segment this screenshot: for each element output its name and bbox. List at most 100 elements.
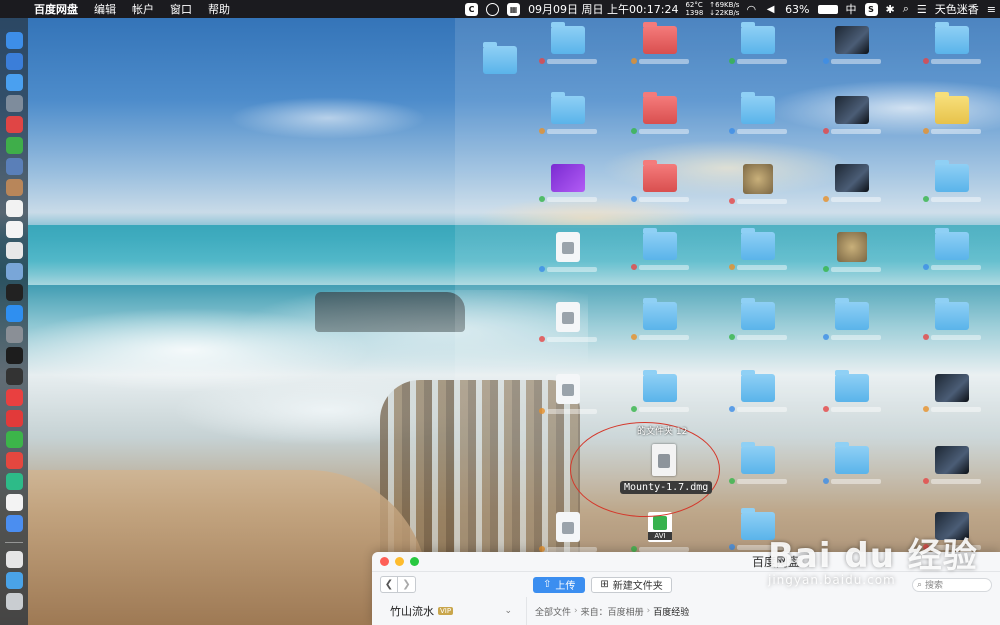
photos-icon[interactable] xyxy=(5,263,23,280)
app-menu[interactable]: 百度网盘 xyxy=(30,1,86,17)
desktop-item[interactable] xyxy=(718,298,798,342)
desktop-item[interactable] xyxy=(812,370,892,414)
desktop-item[interactable] xyxy=(812,442,892,486)
dmg-file-label[interactable]: Mounty-1.7.dmg xyxy=(620,481,713,494)
yandex-icon[interactable] xyxy=(5,410,23,427)
back-button[interactable]: ❮ xyxy=(380,576,398,593)
desktop-item[interactable] xyxy=(528,164,608,204)
desktop-item[interactable] xyxy=(812,298,892,342)
bluetooth-icon[interactable]: ✱ xyxy=(882,3,899,16)
desktop-item[interactable] xyxy=(718,164,798,206)
s-app-icon[interactable]: S xyxy=(864,2,878,16)
spotlight-icon[interactable]: ⌕ xyxy=(899,2,913,16)
battery-percentage[interactable]: 63% xyxy=(781,3,813,16)
desktop-item[interactable] xyxy=(620,298,700,342)
desktop-item[interactable] xyxy=(812,164,892,204)
android-icon[interactable] xyxy=(5,137,23,154)
weibo-icon[interactable] xyxy=(5,452,23,469)
fantastical-icon[interactable] xyxy=(5,116,23,133)
pages-icon[interactable] xyxy=(5,494,23,511)
preview-icon[interactable] xyxy=(5,158,23,175)
desktop-item[interactable] xyxy=(912,298,992,342)
forward-button[interactable]: ❯ xyxy=(398,576,416,593)
breadcrumb-source[interactable]: 来自：百度相册 xyxy=(581,605,644,618)
user-name[interactable]: 天色迷香 xyxy=(931,1,983,17)
appstore-icon[interactable] xyxy=(5,305,23,322)
dmg-file-icon[interactable] xyxy=(652,444,676,476)
desktop-item[interactable] xyxy=(620,160,700,204)
safari-compass-icon[interactable] xyxy=(5,74,23,91)
volume-icon[interactable]: ◀ xyxy=(764,3,777,16)
breadcrumb-all-files[interactable]: 全部文件 xyxy=(535,605,571,618)
network-stats[interactable]: ↑69KB/s ↓22KB/s xyxy=(706,1,742,17)
desktop-item[interactable] xyxy=(620,228,700,272)
clipboard-app-icon[interactable]: C xyxy=(465,2,479,16)
desktop-item[interactable] xyxy=(912,92,992,136)
desktop-item[interactable] xyxy=(528,512,608,554)
system-stats[interactable]: 62°C 1398 xyxy=(682,1,706,17)
menu-window[interactable]: 窗口 xyxy=(162,1,200,17)
calendar-icon[interactable] xyxy=(5,200,23,217)
folder-icon xyxy=(643,22,677,54)
desktop-item-label-blurred xyxy=(527,335,609,344)
desktop-item[interactable] xyxy=(528,22,608,66)
close-button[interactable] xyxy=(380,557,389,566)
control-center-icon[interactable]: ≡ xyxy=(983,3,1000,16)
desktop-item[interactable] xyxy=(718,92,798,136)
menu-account[interactable]: 帐户 xyxy=(124,1,162,17)
desktop-item[interactable] xyxy=(812,26,892,66)
desktop-item[interactable] xyxy=(718,22,798,66)
new-folder-button[interactable]: ⊞ 新建文件夹 xyxy=(591,576,672,593)
document-icon[interactable] xyxy=(5,551,23,568)
desktop-item[interactable] xyxy=(812,96,892,136)
notebook-icon[interactable] xyxy=(5,179,23,196)
safari-icon[interactable] xyxy=(5,53,23,70)
console-icon[interactable] xyxy=(5,368,23,385)
desktop-item[interactable] xyxy=(912,228,992,272)
input-method[interactable]: 中 xyxy=(842,1,861,17)
clock[interactable]: 09月09日 周日 上午00:17:24 xyxy=(524,1,682,17)
desktop-item[interactable] xyxy=(912,446,992,486)
desktop-item[interactable] xyxy=(620,512,700,554)
baidu-netdisk-icon[interactable] xyxy=(5,515,23,532)
zoom-button[interactable] xyxy=(410,557,419,566)
desktop-item[interactable] xyxy=(470,42,530,76)
notification-icon[interactable]: ☰ xyxy=(913,3,931,16)
notes-icon[interactable] xyxy=(5,221,23,238)
coda-icon[interactable] xyxy=(5,473,23,490)
desktop-item[interactable] xyxy=(528,302,608,344)
system-preferences-icon[interactable] xyxy=(5,326,23,343)
desktop-item[interactable] xyxy=(528,92,608,136)
desktop-item[interactable] xyxy=(620,92,700,136)
desktop-item[interactable] xyxy=(912,374,992,414)
upload-button[interactable]: ⇧ 上传 xyxy=(533,576,586,593)
desktop-item[interactable] xyxy=(528,232,608,274)
menu-edit[interactable]: 编辑 xyxy=(86,1,124,17)
downloads-folder-icon[interactable] xyxy=(5,572,23,589)
finder-icon[interactable] xyxy=(5,32,23,49)
trash-icon[interactable] xyxy=(5,593,23,610)
account-switcher[interactable]: 竹山流水 VIP ⌄ xyxy=(372,597,527,625)
vivaldi-icon[interactable] xyxy=(5,389,23,406)
calendar-icon[interactable]: ▦ xyxy=(507,2,521,16)
desktop-item[interactable] xyxy=(718,442,798,486)
desktop-item[interactable] xyxy=(620,22,700,66)
wifi-icon[interactable]: ◠ xyxy=(742,3,760,16)
menu-help[interactable]: 帮助 xyxy=(200,1,238,17)
desktop-item[interactable] xyxy=(912,160,992,204)
desktop-item[interactable] xyxy=(812,232,892,274)
desktop-item[interactable] xyxy=(718,228,798,272)
activity-monitor-icon[interactable] xyxy=(5,347,23,364)
desktop-item[interactable] xyxy=(620,370,700,414)
desktop-item[interactable] xyxy=(528,374,608,416)
minimize-button[interactable] xyxy=(395,557,404,566)
battery-icon[interactable] xyxy=(817,4,838,14)
textedit-icon[interactable] xyxy=(5,242,23,259)
blurred-label-bar xyxy=(547,336,597,342)
desktop-item[interactable] xyxy=(718,370,798,414)
desktop-item[interactable] xyxy=(912,22,992,66)
wechat-icon[interactable] xyxy=(5,431,23,448)
terminal-icon[interactable] xyxy=(5,284,23,301)
globe-icon[interactable] xyxy=(486,2,500,16)
launchpad-icon[interactable] xyxy=(5,95,23,112)
